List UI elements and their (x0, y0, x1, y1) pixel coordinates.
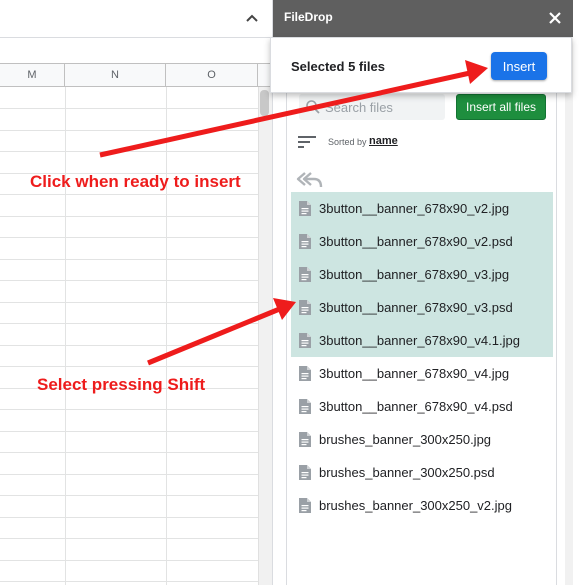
grid-row-line (0, 495, 258, 496)
insert-hint-label: Click when ready to insert (30, 172, 241, 191)
file-name: 3button__banner_678x90_v4.1.jpg (319, 333, 520, 348)
sheet-scrollbar[interactable] (258, 87, 272, 585)
file-row[interactable]: 3button__banner_678x90_v3.jpg (291, 258, 553, 291)
sidebar-scrollbar[interactable] (565, 37, 573, 585)
grid-row-line (0, 302, 258, 303)
file-name: 3button__banner_678x90_v3.jpg (319, 267, 510, 282)
sort-field-link[interactable]: name (369, 135, 398, 147)
file-row[interactable]: 3button__banner_678x90_v2.jpg (291, 192, 553, 225)
document-icon (299, 432, 311, 447)
grid-row-line (0, 108, 258, 109)
file-row[interactable]: 3button__banner_678x90_v4.psd (291, 390, 553, 423)
file-row[interactable]: brushes_banner_300x250_v2.jpg (291, 489, 553, 522)
grid-row-line (0, 431, 258, 432)
file-row[interactable]: 3button__banner_678x90_v2.psd (291, 225, 553, 258)
grid-row-line (0, 581, 258, 582)
document-icon (299, 201, 311, 216)
sidebar-title: FileDrop (284, 10, 333, 24)
document-icon (299, 465, 311, 480)
search-box[interactable] (299, 94, 445, 120)
grid-row-line (0, 345, 258, 346)
document-icon (299, 300, 311, 315)
column-header-o[interactable]: O (166, 64, 258, 86)
grid-row-line (0, 323, 258, 324)
grid-row-line (0, 538, 258, 539)
grid-row-line (0, 237, 258, 238)
insert-all-files-button[interactable]: Insert all files (456, 94, 546, 120)
file-browser-panel: Insert all files Sorted by name 3button_… (286, 86, 557, 585)
grid-row-line (0, 280, 258, 281)
spreadsheet-area: M N O (0, 0, 272, 585)
file-name: 3button__banner_678x90_v2.jpg (319, 201, 510, 216)
document-icon (299, 234, 311, 249)
file-row[interactable]: brushes_banner_300x250.psd (291, 456, 553, 489)
sidebar-header: FileDrop (273, 0, 573, 37)
grid-column-line (166, 87, 167, 585)
grid-row-line (0, 366, 258, 367)
search-input[interactable] (325, 97, 440, 117)
grid-row-line (0, 194, 258, 195)
grid-row-line (0, 517, 258, 518)
document-icon (299, 333, 311, 348)
grid-row-line (0, 216, 258, 217)
search-icon (306, 100, 320, 114)
grid-row-line (0, 474, 258, 475)
file-row[interactable]: brushes_banner_300x250.jpg (291, 423, 553, 456)
sheet-scroll-thumb[interactable] (260, 90, 269, 116)
file-name: 3button__banner_678x90_v4.psd (319, 399, 513, 414)
file-row[interactable]: 3button__banner_678x90_v4.jpg (291, 357, 553, 390)
shift-hint-label: Select pressing Shift (37, 375, 206, 394)
selection-popover: Selected 5 files Insert (270, 37, 572, 93)
grid-row-line (0, 151, 258, 152)
grid-row-line (0, 259, 258, 260)
document-icon (299, 498, 311, 513)
grid-row-line (0, 130, 258, 131)
file-name: brushes_banner_300x250.jpg (319, 432, 492, 447)
sorted-by-label: Sorted by (328, 137, 367, 147)
insert-button[interactable]: Insert (491, 52, 547, 80)
file-row[interactable]: 3button__banner_678x90_v4.1.jpg (291, 324, 553, 357)
grid-row-line (0, 452, 258, 453)
chevron-up-icon[interactable] (244, 10, 260, 26)
grid-row-line (0, 560, 258, 561)
file-name: brushes_banner_300x250.psd (319, 465, 495, 480)
reply-all-back-icon[interactable] (296, 170, 324, 190)
close-icon[interactable] (547, 10, 563, 26)
sort-icon[interactable] (298, 135, 316, 149)
document-icon (299, 399, 311, 414)
selected-count-text: Selected 5 files (291, 59, 385, 74)
file-name: brushes_banner_300x250_v2.jpg (319, 498, 512, 513)
grid-row-line (0, 409, 258, 410)
column-headers: M N O (0, 63, 272, 87)
grid-column-line (65, 87, 66, 585)
document-icon (299, 267, 311, 282)
file-name: 3button__banner_678x90_v3.psd (319, 300, 513, 315)
column-header-n[interactable]: N (65, 64, 166, 86)
document-icon (299, 366, 311, 381)
sheet-toolbar (0, 0, 272, 38)
file-name: 3button__banner_678x90_v2.psd (319, 234, 513, 249)
file-name: 3button__banner_678x90_v4.jpg (319, 366, 510, 381)
file-row[interactable]: 3button__banner_678x90_v3.psd (291, 291, 553, 324)
column-header-m[interactable]: M (0, 64, 65, 86)
